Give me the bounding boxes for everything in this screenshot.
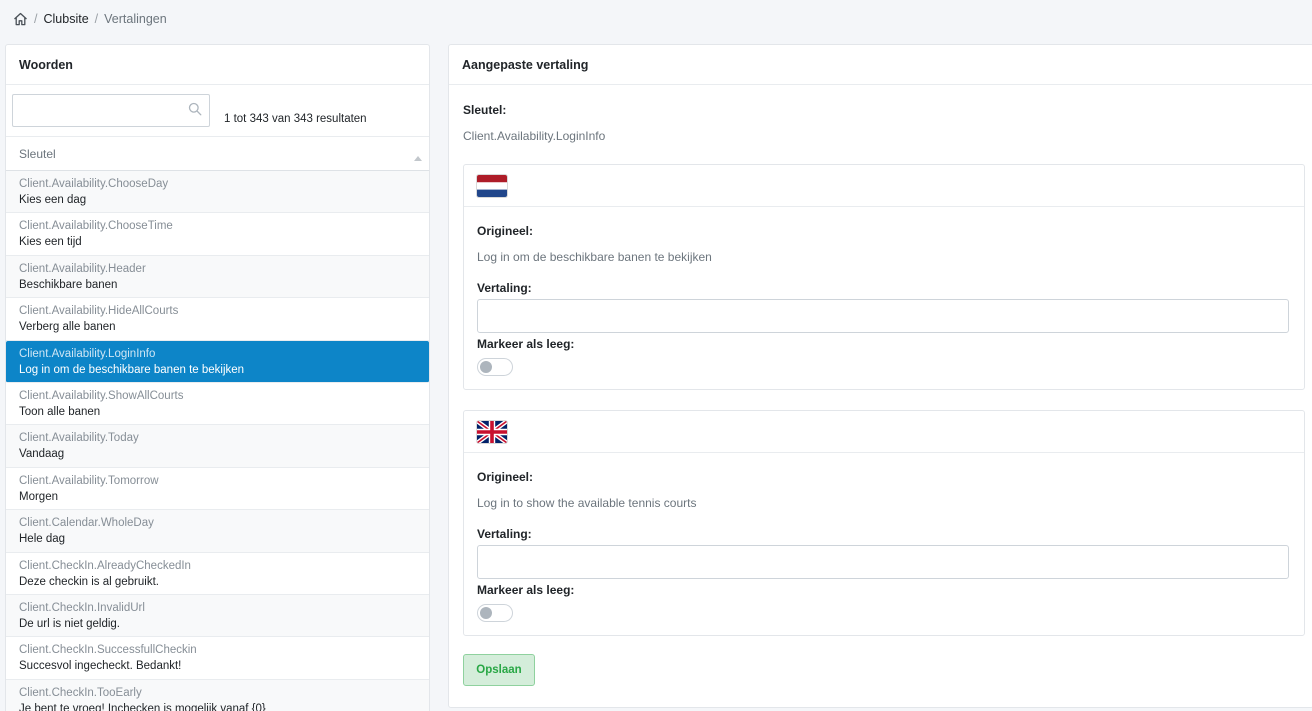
save-button[interactable]: Opslaan [463, 654, 535, 686]
key-label: Sleutel: [463, 103, 507, 117]
home-icon[interactable] [13, 12, 28, 26]
united-kingdom-flag-icon [477, 421, 507, 443]
language-card-header [464, 165, 1304, 207]
search-icon[interactable] [188, 102, 202, 119]
list-item-key: Client.Availability.Header [19, 262, 146, 275]
list-item-key: Client.Calendar.WholeDay [19, 517, 154, 530]
list-item[interactable]: Client.Availability.Today Vandaag [6, 425, 429, 468]
list-item-key: Client.CheckIn.AlreadyCheckedIn [19, 559, 191, 572]
list-item-value: Je bent te vroeg! Inchecken is mogelijk … [19, 702, 266, 711]
list-item[interactable]: Client.CheckIn.SuccessfullCheckin Succesv… [6, 637, 429, 680]
original-value: Log in to show the available tennis cour… [477, 496, 697, 510]
list-item-value: Morgen [19, 490, 58, 503]
breadcrumb-vertalingen: Vertalingen [104, 12, 167, 26]
list-item[interactable]: Client.Calendar.WholeDay Hele dag [6, 510, 429, 553]
search-row: 1 tot 343 van 343 resultaten [6, 85, 429, 137]
list-item-selected[interactable]: Client.Availability.LoginInfo Log in om d… [6, 340, 429, 383]
original-label: Origineel: [477, 470, 534, 484]
list-item[interactable]: Client.CheckIn.AlreadyCheckedIn Deze chec… [6, 553, 429, 595]
list-item-value: Kies een dag [19, 194, 87, 206]
translation-input-dutch[interactable] [478, 300, 1288, 332]
key-value: Client.Availability.LoginInfo [463, 129, 606, 143]
list-item-key: Client.Availability.Today [19, 432, 139, 445]
translation-panel: Aangepaste vertaling Sleutel: Client.Ava… [448, 44, 1312, 708]
mark-empty-toggle-english[interactable] [477, 604, 513, 622]
list-item[interactable]: Client.CheckIn.TooEarly Je bent te vroeg!… [6, 679, 429, 711]
list-item-value: Deze checkin is al gebruikt. [19, 575, 159, 588]
list-item-key: Client.Availability.ChooseDay [19, 178, 169, 190]
list-item[interactable]: Client.Availability.Header Beschikbare ba… [6, 255, 429, 299]
toggle-knob [480, 607, 492, 619]
list-item-value: Beschikbare banen [19, 278, 118, 291]
list-item[interactable]: Client.Availability.HideAllCourts Verberg… [6, 298, 429, 341]
list-item-key: Client.Availability.ShowAllCourts [19, 389, 184, 402]
column-header-label: Sleutel [19, 146, 56, 161]
list-item-key: Client.CheckIn.TooEarly [19, 686, 142, 699]
word-list: Client.Availability.ChooseDay Kies een da… [6, 171, 429, 711]
result-count: 1 tot 343 van 343 resultaten [224, 113, 367, 125]
translation-field [477, 545, 1289, 579]
list-item-key: Client.CheckIn.InvalidUrl [19, 601, 145, 614]
list-item[interactable]: Client.Availability.Tomorrow Morgen [6, 468, 429, 511]
list-item-value: Toon alle banen [19, 405, 101, 418]
words-panel-title: Woorden [6, 45, 429, 85]
list-item-value: Vandaag [19, 448, 65, 461]
list-item-value: Kies een tijd [19, 236, 82, 249]
list-item[interactable]: Client.Availability.ShowAllCourts Toon al… [6, 383, 429, 426]
breadcrumb-separator: / [34, 12, 38, 26]
language-card-dutch: Origineel: Log in om de beschikbare bane… [463, 164, 1305, 390]
list-item-key: Client.Availability.HideAllCourts [19, 305, 179, 318]
translation-label: Vertaling: [477, 527, 532, 541]
language-card-english: Origineel: Log in to show the available … [463, 410, 1305, 636]
breadcrumb: / Clubsite / Vertalingen [13, 9, 167, 29]
list-item-key: Client.Availability.Tomorrow [19, 474, 159, 487]
language-card-header [464, 411, 1304, 453]
breadcrumb-separator: / [94, 12, 99, 26]
words-panel: Woorden 1 tot 343 van 343 resultaten Sle… [5, 44, 430, 711]
translation-field [477, 299, 1289, 333]
translation-panel-title: Aangepaste vertaling [449, 45, 1312, 85]
translation-input-english[interactable] [478, 546, 1288, 578]
mark-empty-toggle-dutch[interactable] [477, 358, 513, 376]
list-item-value: Log in om de beschikbare banen te bekijk… [19, 363, 245, 376]
original-label: Origineel: [477, 224, 534, 238]
list-item-value: Verberg alle banen [19, 321, 116, 334]
toggle-knob [480, 361, 492, 373]
search-input[interactable] [13, 95, 183, 126]
list-item-value: Succesvol ingecheckt. Bedankt! [19, 660, 182, 673]
breadcrumb-clubsite[interactable]: Clubsite [43, 12, 88, 26]
empty-label: Markeer als leeg: [477, 337, 575, 351]
list-item-value: De url is niet geldig. [19, 617, 120, 630]
list-item-value: Hele dag [19, 533, 66, 546]
empty-label: Markeer als leeg: [477, 583, 575, 597]
search-box [12, 94, 210, 127]
netherlands-flag-icon [477, 175, 507, 197]
sort-ascending-icon[interactable] [414, 150, 422, 164]
list-item[interactable]: Client.Availability.ChooseDay Kies een da… [6, 171, 429, 214]
list-item-key: Client.CheckIn.SuccessfullCheckin [19, 644, 197, 657]
column-header-sleutel[interactable]: Sleutel [6, 137, 429, 171]
list-item[interactable]: Client.Availability.ChooseTime Kies een t… [6, 213, 429, 256]
original-value: Log in om de beschikbare banen te bekijk… [477, 250, 712, 264]
list-item-key: Client.Availability.ChooseTime [19, 220, 173, 233]
list-item-key: Client.Availability.LoginInfo [19, 347, 156, 360]
list-item[interactable]: Client.CheckIn.InvalidUrl De url is niet … [6, 594, 429, 638]
translation-label: Vertaling: [477, 281, 532, 295]
